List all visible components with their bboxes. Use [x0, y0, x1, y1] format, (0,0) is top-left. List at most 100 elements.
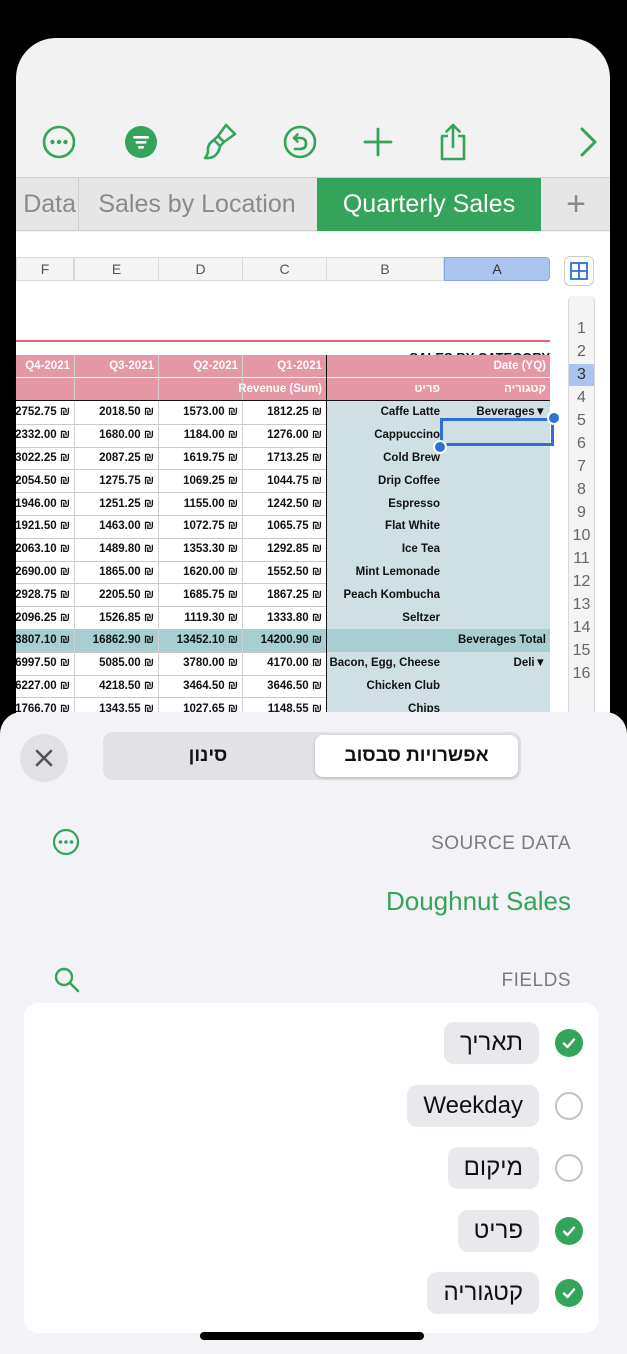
share-icon[interactable] [431, 118, 475, 166]
header-cell-q3[interactable]: Q3-2021 [74, 355, 158, 377]
category-cell[interactable] [444, 606, 550, 629]
category-cell[interactable] [444, 492, 550, 515]
row-number[interactable]: 16 [569, 663, 594, 685]
checkmark-icon[interactable] [555, 1029, 583, 1057]
value-cell[interactable]: 3646.50 ₪ [242, 675, 326, 698]
row-number[interactable]: 3 [569, 364, 594, 386]
value-cell[interactable]: 1812.25 ₪ [242, 401, 326, 424]
value-cell[interactable]: 6997.50 ₪ [16, 652, 74, 675]
source-more-icon[interactable] [51, 827, 81, 857]
header-cell-item[interactable] [326, 355, 444, 377]
value-cell[interactable]: 2928.75 ₪ [16, 583, 74, 606]
column-header-d[interactable]: D [158, 257, 243, 281]
value-cell[interactable]: 3022.25 ₪ [16, 447, 74, 470]
category-cell[interactable] [444, 560, 550, 584]
value-cell[interactable]: 1242.50 ₪ [242, 492, 326, 515]
row-number[interactable]: 15 [569, 640, 594, 662]
row-number[interactable]: 5 [569, 410, 594, 432]
category-cell[interactable] [444, 537, 550, 561]
value-cell[interactable]: 2018.50 ₪ [74, 401, 158, 424]
item-cell[interactable]: Caffe Latte [326, 401, 444, 424]
segment-filter[interactable]: סינון [106, 735, 310, 777]
value-cell[interactable]: 1072.75 ₪ [158, 515, 242, 538]
header-cell-q2[interactable]: Q2-2021 [158, 355, 242, 377]
value-cell[interactable]: 2087.25 ₪ [74, 447, 158, 470]
source-data-name[interactable]: Doughnut Sales [386, 886, 571, 917]
value-cell[interactable]: 1184.00 ₪ [158, 424, 242, 447]
value-cell[interactable]: 1463.00 ₪ [74, 515, 158, 538]
item-cell[interactable]: Cappuccino [326, 423, 444, 447]
tab-quarterly-sales[interactable]: Quarterly Sales [317, 178, 541, 231]
value-cell[interactable]: 1333.80 ₪ [242, 606, 326, 629]
item-cell[interactable]: Espresso [326, 492, 444, 515]
total-value-cell[interactable]: 13452.10 ₪ [158, 629, 242, 652]
selection-handle-top[interactable] [547, 411, 561, 425]
tab-data[interactable]: Data [16, 178, 76, 231]
disclosure-triangle-icon[interactable]: ▼ [535, 406, 546, 418]
value-cell[interactable]: 1573.00 ₪ [158, 401, 242, 424]
value-cell[interactable]: 1276.00 ₪ [242, 424, 326, 447]
header-cell-q4[interactable]: Q4-2021 [16, 355, 74, 377]
category-cell-deli[interactable]: Deli ▼ [444, 651, 550, 675]
total-value-cell[interactable]: 16862.90 ₪ [74, 629, 158, 652]
value-cell[interactable]: 5085.00 ₪ [74, 652, 158, 675]
value-cell[interactable]: 1251.25 ₪ [74, 492, 158, 515]
value-cell[interactable]: 2752.75 ₪ [16, 401, 74, 424]
field-row-weekday[interactable]: Weekday [407, 1084, 583, 1128]
field-chip[interactable]: פריט [457, 1210, 539, 1252]
value-cell[interactable]: 1685.75 ₪ [158, 583, 242, 606]
row-number[interactable]: 7 [569, 456, 594, 478]
value-cell[interactable]: 1713.25 ₪ [242, 447, 326, 470]
chevron-right-icon[interactable] [566, 118, 610, 166]
item-cell[interactable]: Seltzer [326, 606, 444, 629]
value-cell[interactable]: 1946.00 ₪ [16, 492, 74, 515]
column-header-e[interactable]: E [74, 257, 159, 281]
spreadsheet-canvas[interactable]: F E D C B A SALES BY CATEGORY Q4-2021Q3-… [16, 232, 610, 752]
row-number[interactable]: 4 [569, 387, 594, 409]
value-cell[interactable]: 1275.75 ₪ [74, 469, 158, 492]
value-cell[interactable]: 1119.30 ₪ [158, 606, 242, 629]
item-cell[interactable]: Bacon, Egg, Cheese [326, 651, 444, 675]
value-cell[interactable]: 1065.75 ₪ [242, 515, 326, 538]
value-cell[interactable]: 1921.50 ₪ [16, 515, 74, 538]
value-cell[interactable]: 1620.00 ₪ [158, 561, 242, 584]
value-cell[interactable]: 1867.25 ₪ [242, 583, 326, 606]
field-row-location[interactable]: מיקום [447, 1146, 583, 1190]
row-number[interactable]: 14 [569, 617, 594, 639]
field-row-date[interactable]: תאריך [443, 1021, 583, 1065]
value-cell[interactable]: 4170.00 ₪ [242, 652, 326, 675]
table-grid-icon[interactable] [564, 256, 594, 286]
field-chip[interactable]: מיקום [447, 1147, 539, 1189]
selection-handle-bottom[interactable] [433, 440, 447, 454]
row-number[interactable]: 11 [569, 548, 594, 570]
field-chip[interactable]: תאריך [443, 1022, 539, 1064]
field-row-category[interactable]: קטגוריה [427, 1271, 583, 1315]
value-cell[interactable]: 1044.75 ₪ [242, 469, 326, 492]
value-cell[interactable]: 6227.00 ₪ [16, 675, 74, 698]
field-chip[interactable]: קטגוריה [427, 1272, 539, 1314]
value-cell[interactable]: 2332.00 ₪ [16, 424, 74, 447]
value-cell[interactable]: 4218.50 ₪ [74, 675, 158, 698]
value-cell[interactable]: 2205.50 ₪ [74, 583, 158, 606]
value-cell[interactable]: 1680.00 ₪ [74, 424, 158, 447]
value-cell[interactable]: 2063.10 ₪ [16, 538, 74, 561]
value-cell[interactable]: 2096.25 ₪ [16, 606, 74, 629]
add-sheet-button[interactable]: + [542, 178, 610, 231]
value-cell[interactable]: 1526.85 ₪ [74, 606, 158, 629]
value-cell[interactable]: 3464.50 ₪ [158, 675, 242, 698]
value-cell[interactable]: 2054.50 ₪ [16, 469, 74, 492]
row-number[interactable]: 13 [569, 594, 594, 616]
category-cell[interactable] [444, 674, 550, 698]
add-icon[interactable] [356, 118, 400, 166]
total-value-cell[interactable]: 23807.10 ₪ [16, 629, 74, 652]
item-cell[interactable]: Cold Brew [326, 446, 444, 470]
row-number[interactable]: 10 [569, 525, 594, 547]
segment-pivot-options[interactable]: אפשרויות סבסוב [315, 735, 518, 777]
field-chip[interactable]: Weekday [407, 1085, 539, 1127]
item-cell[interactable]: Drip Coffee [326, 469, 444, 493]
row-number[interactable]: 1 [569, 318, 594, 340]
close-button[interactable] [20, 734, 68, 782]
value-cell[interactable]: 2690.00 ₪ [16, 561, 74, 584]
more-icon[interactable] [37, 118, 81, 166]
row-number[interactable]: 2 [569, 341, 594, 363]
